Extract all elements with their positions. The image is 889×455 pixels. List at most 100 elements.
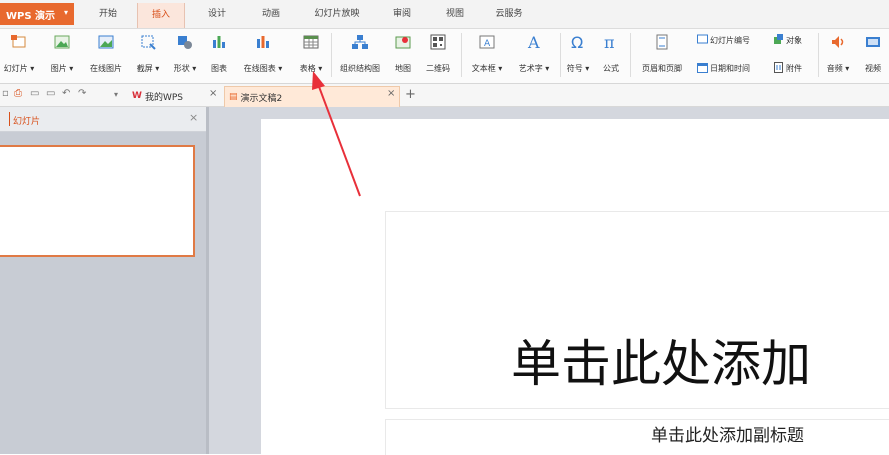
slides-panel: 幻灯片 × xyxy=(0,107,206,454)
picture-button[interactable]: 图片 ▾ xyxy=(46,31,78,74)
object-icon xyxy=(773,34,784,47)
new-slide-button[interactable]: 幻灯片 ▾ xyxy=(0,31,38,74)
calendar-icon xyxy=(697,62,708,75)
online-picture-label: 在线图片 xyxy=(90,64,122,73)
header-footer-button[interactable]: 页眉和页脚 xyxy=(634,31,690,74)
app-menu-button[interactable]: WPS 演示 ▾ xyxy=(0,3,74,25)
smartart-label: 组织结构图 xyxy=(340,64,380,73)
redo-icon[interactable]: ↷ xyxy=(78,88,86,99)
attachment-button[interactable]: 附件 xyxy=(773,62,802,75)
smartart-button[interactable]: 组织结构图 xyxy=(334,31,386,74)
slide-canvas: 单击此处添加 单击此处添加副标题 xyxy=(209,107,889,455)
tab-my-wps[interactable]: W 我的WPS xyxy=(132,86,183,106)
svg-text:π: π xyxy=(604,33,615,51)
slide-number-label: 幻灯片编号 xyxy=(710,36,750,45)
symbol-button[interactable]: Ω 符号 ▾ xyxy=(562,31,594,74)
slide-number-icon xyxy=(697,34,708,47)
undo-icon[interactable]: ↶ xyxy=(62,88,70,99)
online-picture-icon xyxy=(98,31,114,53)
tab-review[interactable]: 审阅 xyxy=(384,0,420,28)
online-chart-button[interactable]: 在线图表 ▾ xyxy=(236,31,290,74)
table-icon xyxy=(303,31,319,53)
tab-my-wps-label: 我的WPS xyxy=(144,92,183,103)
textbox-label: 文本框 ▾ xyxy=(471,64,503,73)
close-icon[interactable]: × xyxy=(387,88,395,99)
ribbon-divider xyxy=(461,33,462,77)
screenshot-button[interactable]: 截屏 ▾ xyxy=(132,31,164,74)
pi-formula-icon: π xyxy=(602,31,620,53)
chevron-down-icon: ▾ xyxy=(63,8,68,17)
formula-button[interactable]: π 公式 xyxy=(598,31,624,74)
new-slide-label: 幻灯片 ▾ xyxy=(3,64,35,73)
wps-logo-icon: W xyxy=(132,91,142,101)
screenshot-icon xyxy=(140,31,156,53)
audio-button[interactable]: 音频 ▾ xyxy=(822,31,854,74)
symbol-label: 符号 ▾ xyxy=(566,64,590,73)
online-chart-label: 在线图表 ▾ xyxy=(243,64,283,73)
tab-view[interactable]: 视图 xyxy=(437,0,473,28)
qrcode-icon xyxy=(430,31,446,53)
qrcode-button[interactable]: 二维码 xyxy=(420,31,456,74)
export-icon[interactable]: ▭ xyxy=(46,88,55,99)
shape-label: 形状 ▾ xyxy=(173,64,197,73)
chart-button[interactable]: 图表 xyxy=(206,31,232,74)
tab-cloud[interactable]: 云服务 xyxy=(487,0,531,28)
document-tab-bar: ▫ ⎙ ▭ ▭ ↶ ↷ ▾ W 我的WPS × ▤ 演示文稿2 × + xyxy=(0,84,889,107)
online-picture-button[interactable]: 在线图片 xyxy=(84,31,128,74)
tab-document-label: 演示文稿2 xyxy=(240,93,283,104)
shape-button[interactable]: 形状 ▾ xyxy=(168,31,202,74)
tab-document[interactable]: ▤ 演示文稿2 xyxy=(224,86,400,107)
tab-slideshow[interactable]: 幻灯片放映 xyxy=(305,0,369,28)
slides-panel-title[interactable]: 幻灯片 xyxy=(13,114,40,127)
ribbon-toolbar: 幻灯片 ▾ 图片 ▾ 在线图片 截屏 ▾ 形状 ▾ 图表 在线图表 ▾ 表格 ▾… xyxy=(0,29,889,84)
tab-home[interactable]: 开始 xyxy=(90,0,126,28)
svg-text:Ω: Ω xyxy=(571,33,583,51)
datetime-label: 日期和时间 xyxy=(710,64,750,73)
slide-page: 单击此处添加 单击此处添加副标题 xyxy=(261,119,889,455)
video-label: 视频 xyxy=(865,64,881,73)
tab-insert[interactable]: 插入 xyxy=(137,3,185,28)
textbox-button[interactable]: A 文本框 ▾ xyxy=(465,31,509,74)
slide-number-button[interactable]: 幻灯片编号 xyxy=(697,34,750,47)
datetime-button[interactable]: 日期和时间 xyxy=(697,62,750,75)
preview-icon[interactable]: ▭ xyxy=(30,88,39,99)
chevron-down-icon[interactable]: ▾ xyxy=(114,90,118,99)
close-icon[interactable]: × xyxy=(189,111,198,124)
panel-indicator xyxy=(9,112,10,126)
video-icon xyxy=(865,31,881,53)
video-button[interactable]: 视频 xyxy=(858,31,888,74)
wordart-button[interactable]: A 艺术字 ▾ xyxy=(512,31,556,74)
save-icon[interactable]: ▫ xyxy=(2,88,9,99)
ribbon-divider xyxy=(630,33,631,77)
picture-label: 图片 ▾ xyxy=(50,64,74,73)
audio-label: 音频 ▾ xyxy=(826,64,850,73)
subtitle-placeholder-box[interactable] xyxy=(385,419,889,455)
online-chart-icon xyxy=(255,31,271,53)
tab-animation[interactable]: 动画 xyxy=(253,0,289,28)
omega-symbol-icon: Ω xyxy=(569,31,587,53)
add-tab-icon[interactable]: + xyxy=(405,87,416,102)
ribbon-divider xyxy=(560,33,561,77)
tab-design[interactable]: 设计 xyxy=(199,0,235,28)
slides-panel-header: 幻灯片 × xyxy=(0,107,206,132)
map-button[interactable]: 地图 xyxy=(390,31,416,74)
table-button[interactable]: 表格 ▾ xyxy=(294,31,328,74)
new-slide-icon xyxy=(11,31,27,53)
header-footer-icon xyxy=(654,31,670,53)
picture-icon xyxy=(54,31,70,53)
subtitle-placeholder-text[interactable]: 单击此处添加副标题 xyxy=(651,421,804,446)
print-icon[interactable]: ⎙ xyxy=(14,88,22,99)
slide-thumbnail[interactable] xyxy=(0,145,195,257)
object-button[interactable]: 对象 xyxy=(773,34,802,47)
speaker-icon xyxy=(830,31,846,53)
wordart-icon: A xyxy=(525,31,543,53)
object-label: 对象 xyxy=(786,36,802,45)
app-name: WPS 演示 xyxy=(6,10,56,22)
header-footer-label: 页眉和页脚 xyxy=(642,64,682,73)
wordart-label: 艺术字 ▾ xyxy=(518,64,550,73)
svg-text:A: A xyxy=(527,33,540,51)
title-placeholder-text[interactable]: 单击此处添加 xyxy=(511,324,811,396)
paperclip-icon xyxy=(773,62,784,75)
close-icon[interactable]: × xyxy=(209,88,217,99)
menu-bar: WPS 演示 ▾ 开始 插入 设计 动画 幻灯片放映 审阅 视图 云服务 xyxy=(0,0,889,29)
